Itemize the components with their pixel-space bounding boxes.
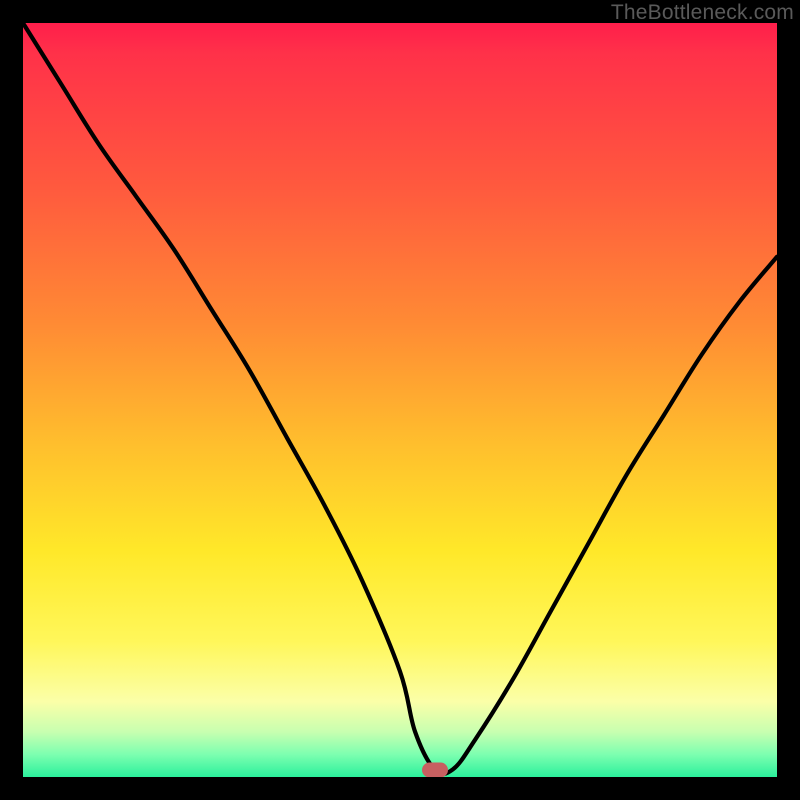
- bottleneck-curve: [23, 23, 777, 777]
- plot-area: [23, 23, 777, 777]
- optimal-marker: [422, 763, 448, 778]
- watermark-text: TheBottleneck.com: [611, 1, 794, 25]
- chart-frame: TheBottleneck.com: [0, 0, 800, 800]
